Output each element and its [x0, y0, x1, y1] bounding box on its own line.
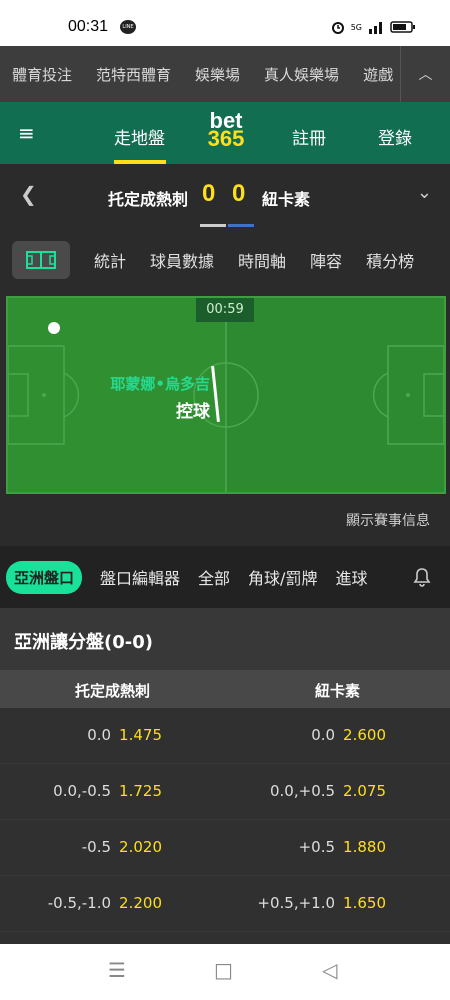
- away-odds-button[interactable]: 0.0 2.600: [311, 726, 386, 744]
- line-app-icon: LINE: [120, 20, 136, 34]
- away-odds-button[interactable]: 0.0,+0.5 2.075: [270, 782, 386, 800]
- tab-standings[interactable]: 積分榜: [366, 248, 414, 272]
- status-bar: 00:31 LINE 5G: [0, 0, 450, 46]
- chevron-up-icon: ︿: [418, 67, 433, 83]
- away-score: 0: [232, 180, 246, 207]
- odds-row: 0.0,-0.5 1.725 0.0,+0.5 2.075: [0, 764, 450, 820]
- ball-marker: [48, 322, 60, 334]
- filter-asian-handicap[interactable]: 亞洲盤口: [6, 560, 83, 594]
- nav-live-casino[interactable]: 真人娛樂場: [252, 64, 351, 85]
- match-header: ❮ 托定成熱刺 0 0 紐卡素 ⌄: [0, 164, 450, 228]
- show-match-info-link[interactable]: 顯示賽事信息: [346, 510, 430, 530]
- away-kit-bar: [228, 224, 254, 227]
- recent-apps-icon[interactable]: ☰: [108, 958, 126, 982]
- odds-row: 0.0 1.475 0.0 2.600: [0, 708, 450, 764]
- system-navigation-bar: ☰ □ ◁: [0, 944, 450, 1000]
- back-chevron-icon[interactable]: ❮: [20, 182, 37, 206]
- battery-icon: [390, 21, 415, 33]
- register-button[interactable]: 註冊: [292, 124, 326, 149]
- back-icon[interactable]: ◁: [322, 958, 337, 982]
- nav-casino[interactable]: 娛樂場: [183, 64, 252, 85]
- nav-games[interactable]: 遊戲: [351, 64, 400, 85]
- match-tabs: 統計 球員數據 時間軸 陣容 積分榜: [0, 236, 450, 284]
- home-odds-button[interactable]: -0.5,-1.0 2.200: [48, 894, 162, 912]
- possession-team: 耶蒙娜•烏多吉: [110, 375, 210, 393]
- away-column-label: 紐卡素: [314, 682, 360, 700]
- chevron-down-icon[interactable]: ⌄: [417, 182, 432, 203]
- tab-stats[interactable]: 統計: [94, 248, 126, 272]
- home-team-name: 托定成熱刺: [107, 190, 188, 209]
- notification-button[interactable]: [394, 546, 450, 608]
- tab-timeline[interactable]: 時間軸: [238, 248, 286, 272]
- match-clock: 00:59: [196, 298, 254, 322]
- tab-player-stats[interactable]: 球員數據: [150, 248, 214, 272]
- collapse-nav-button[interactable]: ︿: [400, 46, 450, 102]
- tab-lineups[interactable]: 陣容: [310, 248, 342, 272]
- odds-row: -0.5 2.020 +0.5 1.880: [0, 820, 450, 876]
- home-column-label: 托定成熱刺: [74, 682, 150, 700]
- market-title: 亞洲讓分盤(0-0): [14, 632, 153, 653]
- odds-row: -0.5,-1.0 2.200 +0.5,+1.0 1.650: [0, 876, 450, 932]
- market-filters: 亞洲盤口 盤口編輯器 全部 角球/罰牌 進球: [0, 546, 450, 608]
- away-odds-button[interactable]: +0.5,+1.0 1.650: [257, 894, 386, 912]
- live-pitch: [6, 296, 446, 494]
- bet365-logo[interactable]: bet 365: [200, 110, 252, 150]
- login-button[interactable]: 登錄: [378, 124, 412, 149]
- live-in-play-link[interactable]: 走地盤: [114, 124, 165, 149]
- filter-all[interactable]: 全部: [198, 565, 230, 589]
- pitch-markings: [8, 298, 444, 492]
- signal-icon: [369, 22, 382, 34]
- home-odds-button[interactable]: 0.0 1.475: [87, 726, 162, 744]
- home-odds-button[interactable]: 0.0,-0.5 1.725: [53, 782, 162, 800]
- network-type: 5G: [350, 22, 362, 32]
- market-header[interactable]: 亞洲讓分盤(0-0): [0, 608, 450, 670]
- tab-pitch[interactable]: [12, 241, 70, 279]
- odds-table: 0.0 1.475 0.0 2.600 0.0,-0.5 1.725 0.0,+0.5…: [0, 708, 450, 944]
- away-team-name: 紐卡素: [262, 190, 311, 209]
- filter-bet-builder[interactable]: 盤口編輯器: [100, 565, 180, 589]
- home-kit-bar: [200, 224, 226, 227]
- home-odds-button[interactable]: -0.5 2.020: [82, 838, 162, 856]
- status-time: 00:31: [68, 18, 109, 35]
- filter-corners-cards[interactable]: 角球/罰牌: [248, 565, 317, 589]
- pitch-icon: [26, 251, 56, 269]
- bell-icon: [413, 568, 431, 587]
- possession-label: 控球: [176, 402, 210, 422]
- market-column-header: 托定成熱刺 紐卡素: [0, 670, 450, 708]
- filter-goals[interactable]: 進球: [335, 565, 367, 589]
- alarm-icon: [331, 22, 344, 34]
- nav-sports-betting[interactable]: 體育投注: [0, 64, 84, 85]
- away-odds-button[interactable]: +0.5 1.880: [299, 838, 386, 856]
- sports-navigation: 體育投注 范特西體育 娛樂場 真人娛樂場 遊戲 ︿: [0, 46, 450, 102]
- menu-icon[interactable]: ≡: [18, 121, 35, 145]
- home-icon[interactable]: □: [214, 958, 233, 982]
- status-icons: 5G: [331, 20, 416, 34]
- home-score: 0: [202, 180, 216, 207]
- nav-fantasy-sports[interactable]: 范特西體育: [84, 64, 183, 85]
- site-header: ≡ 走地盤 bet 365 註冊 登錄: [0, 102, 450, 164]
